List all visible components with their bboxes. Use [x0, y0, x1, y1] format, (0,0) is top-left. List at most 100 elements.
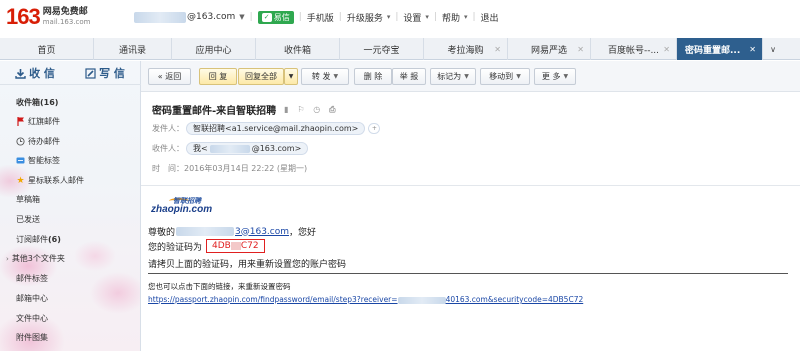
mail-body: 智联招聘 zhaopin.com 尊敬的 3@163.com ，您好 您的验证码…: [141, 186, 800, 351]
tab-label: 应用中心: [195, 45, 232, 56]
mark-as-button[interactable]: 标记为 ▼: [430, 68, 476, 85]
instruction-text: 请拷贝上面的验证码，用来重新设置您的账户密码: [148, 260, 347, 270]
code-line: 您的验证码为 4DB C72: [148, 239, 265, 253]
settings-link[interactable]: 设置: [403, 11, 421, 24]
user-menu[interactable]: @163.com ▼ | ✓ 易信 | 手机版 | 升级服务 ▾ | 设置 ▾ | 帮…: [134, 10, 499, 24]
tab-label: 收件箱: [283, 45, 311, 56]
sidebar-item-smart-tag[interactable]: 智能标签: [16, 155, 60, 166]
folder-count: (16): [40, 98, 59, 107]
mail-header: 密码重置邮件-来自智联招聘 ▮ ⚐ ◷ ⎙ 发件人： 智联招聘<a1.servi…: [141, 93, 800, 185]
sidebar-item-flagged[interactable]: 红旗邮件: [16, 116, 60, 127]
reply-button[interactable]: 回 复: [199, 68, 237, 85]
tab-label: 百度帐号--...: [607, 45, 660, 56]
greeting-line: 尊敬的 3@163.com ，您好: [148, 225, 317, 239]
sidebar-item-other-folders[interactable]: › 其他3个文件夹: [6, 253, 65, 264]
close-icon[interactable]: ✕: [494, 45, 501, 54]
folder-label: 智能标签: [28, 156, 60, 165]
write-button[interactable]: 写 信: [70, 61, 140, 85]
move-to-button[interactable]: 移动到 ▼: [480, 68, 530, 85]
tab-overflow-button[interactable]: ∨: [763, 38, 783, 60]
sidebar-item-sent[interactable]: 已发送: [16, 214, 40, 225]
folder-label: 红旗邮件: [28, 117, 60, 126]
sidebar-item-inbox[interactable]: 收件箱 (16): [16, 97, 58, 108]
code-label: 您的验证码为: [148, 242, 203, 253]
pen-icon: [85, 67, 96, 79]
tab-contacts[interactable]: 通讯录: [94, 38, 172, 60]
chevron-down-icon: ▾: [463, 13, 468, 21]
sidebar-item-file-center[interactable]: 文件中心: [16, 313, 48, 324]
to-row: 收件人： 我< @163.com>: [152, 142, 309, 155]
sidebar-item-mailbox-center[interactable]: 邮箱中心: [16, 293, 48, 304]
folder-label: 已发送: [16, 215, 40, 224]
tab-inbox[interactable]: 收件箱: [256, 38, 340, 60]
logo-number: 163: [6, 4, 41, 29]
reply-label: 回 复: [208, 72, 228, 81]
reply-all-button[interactable]: 回复全部: [238, 68, 284, 85]
mobile-link[interactable]: 手机版: [307, 11, 334, 24]
redacted-recipient: [209, 144, 250, 153]
tab-label: 网易严选: [530, 45, 567, 56]
help-link[interactable]: 帮助: [442, 11, 460, 24]
chevron-down-icon: ∨: [770, 44, 776, 54]
sidebar-item-starred[interactable]: ★ 星标联系人邮件: [16, 175, 84, 186]
mail-action-icons[interactable]: ▮ ⚐ ◷ ⎙: [284, 105, 338, 115]
reset-link-end[interactable]: 40163.com&securitycode=4DB5C72: [446, 295, 584, 304]
alt-text: 您也可以点击下面的链接，来重新设置密码: [148, 282, 291, 291]
instruction-line: 请拷贝上面的验证码，用来重新设置您的账户密码: [148, 257, 346, 270]
greeting-email-link[interactable]: 3@163.com: [235, 227, 289, 237]
logout-link[interactable]: 退出: [481, 11, 499, 24]
logo[interactable]: 163 网易免费邮 mail.163.com: [6, 6, 90, 28]
tab-baidu[interactable]: 百度帐号--... ✕: [591, 38, 677, 60]
folder-count: (6): [48, 235, 61, 244]
chevron-down-icon: ▾: [425, 13, 429, 21]
clock-icon: [16, 137, 25, 146]
folder-label: 文件中心: [16, 314, 48, 323]
folder-label: 待办邮件: [28, 137, 60, 146]
yixin-button[interactable]: ✓ 易信: [257, 10, 294, 24]
top-bar: 163 网易免费邮 mail.163.com @163.com ▼ | ✓ 易信 …: [0, 0, 800, 34]
sender-address: 智联招聘<a1.service@mail.zhaopin.com>: [193, 124, 359, 133]
yixin-label: 易信: [273, 12, 290, 22]
reset-link-start[interactable]: https://passport.zhaopin.com/findpasswor…: [148, 295, 398, 304]
upgrade-link[interactable]: 升级服务: [347, 11, 383, 24]
receive-icon: [15, 68, 26, 79]
reply-dropdown-button[interactable]: ▼: [284, 68, 298, 85]
add-contact-icon[interactable]: +: [368, 123, 381, 134]
time-label: 时 间：: [152, 164, 184, 173]
sidebar-item-attachments[interactable]: 附件图集: [16, 332, 48, 343]
greeting-suffix: ，您好: [289, 228, 317, 238]
close-icon[interactable]: ✕: [577, 45, 584, 54]
recipient-pill[interactable]: 我< @163.com>: [186, 142, 309, 155]
subject-text: 密码重置邮件-来自智联招聘: [152, 106, 277, 117]
delete-button[interactable]: 删 除: [354, 68, 392, 85]
more-button[interactable]: 更 多 ▼: [534, 68, 576, 85]
tab-yanxuan[interactable]: 网易严选 ✕: [508, 38, 591, 60]
sidebar-item-mail-tags[interactable]: 邮件标签: [16, 273, 48, 284]
tab-home[interactable]: 首页: [0, 38, 94, 60]
sidebar-item-drafts[interactable]: 草稿箱: [16, 194, 40, 205]
user-email-suffix: @163.com: [187, 12, 236, 22]
chevron-down-icon: ▼: [516, 73, 521, 80]
tab-kaola[interactable]: 考拉海购 ✕: [424, 38, 508, 60]
close-icon[interactable]: ✕: [749, 45, 756, 54]
close-icon[interactable]: ✕: [663, 45, 670, 54]
tag-icon: [16, 156, 25, 165]
forward-button[interactable]: 转 发 ▼: [301, 68, 349, 85]
tab-label: 考拉海购: [447, 45, 484, 56]
mail-toolbar: « 返回 回 复 回复全部 ▼ 转 发 ▼ 删 除 举 报 标记为 ▼ 移动到 ▼ 更…: [141, 61, 800, 92]
redacted-link: [397, 296, 446, 304]
receive-button[interactable]: 收 信: [0, 61, 70, 85]
code-part: C72: [240, 241, 259, 251]
report-button[interactable]: 举 报: [392, 68, 426, 85]
sidebar-item-todo[interactable]: 待办邮件: [16, 136, 60, 147]
sidebar-item-subscription[interactable]: 订阅邮件 (6): [16, 234, 61, 245]
mark-as-label: 标记为: [437, 72, 462, 81]
back-button[interactable]: « 返回: [148, 68, 191, 85]
move-to-label: 移动到: [489, 72, 514, 81]
folder-label: 其他3个文件夹: [11, 254, 65, 263]
tab-app-center[interactable]: 应用中心: [172, 38, 256, 60]
folder-label: 草稿箱: [16, 195, 40, 204]
sender-pill[interactable]: 智联招聘<a1.service@mail.zhaopin.com>: [186, 122, 366, 135]
tab-yiyuan[interactable]: 一元夺宝: [340, 38, 424, 60]
tab-password-reset[interactable]: 密码重置邮... ✕: [677, 38, 763, 60]
